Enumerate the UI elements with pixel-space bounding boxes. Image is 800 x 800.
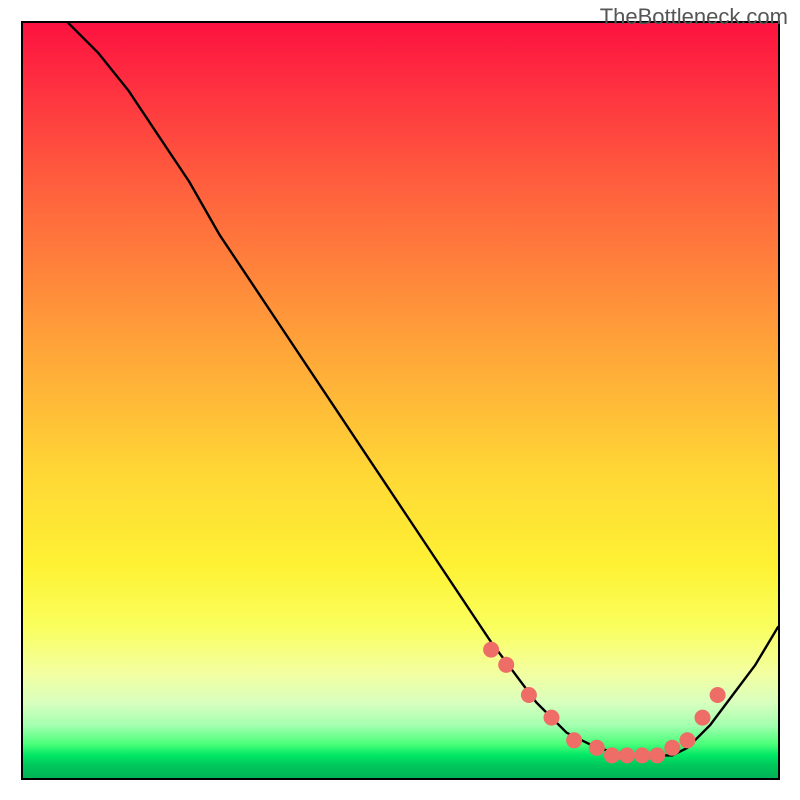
highlight-dot [664,740,680,756]
highlight-dot [498,657,514,673]
highlight-dot [544,710,560,726]
highlight-dot [589,740,605,756]
highlight-dot [710,687,726,703]
chart-svg [23,23,778,778]
bottleneck-curve [68,23,778,755]
highlight-dot [619,747,635,763]
highlight-dot [566,732,582,748]
highlight-dot [679,732,695,748]
highlight-dot [695,710,711,726]
highlight-dot [483,642,499,658]
highlight-dot [521,687,537,703]
plot-area [21,21,780,780]
highlight-dot [649,747,665,763]
chart-root: TheBottleneck.com [0,0,800,800]
highlight-dot [604,747,620,763]
highlight-dot [634,747,650,763]
watermark-text: TheBottleneck.com [600,4,788,30]
highlight-dots [483,642,725,764]
